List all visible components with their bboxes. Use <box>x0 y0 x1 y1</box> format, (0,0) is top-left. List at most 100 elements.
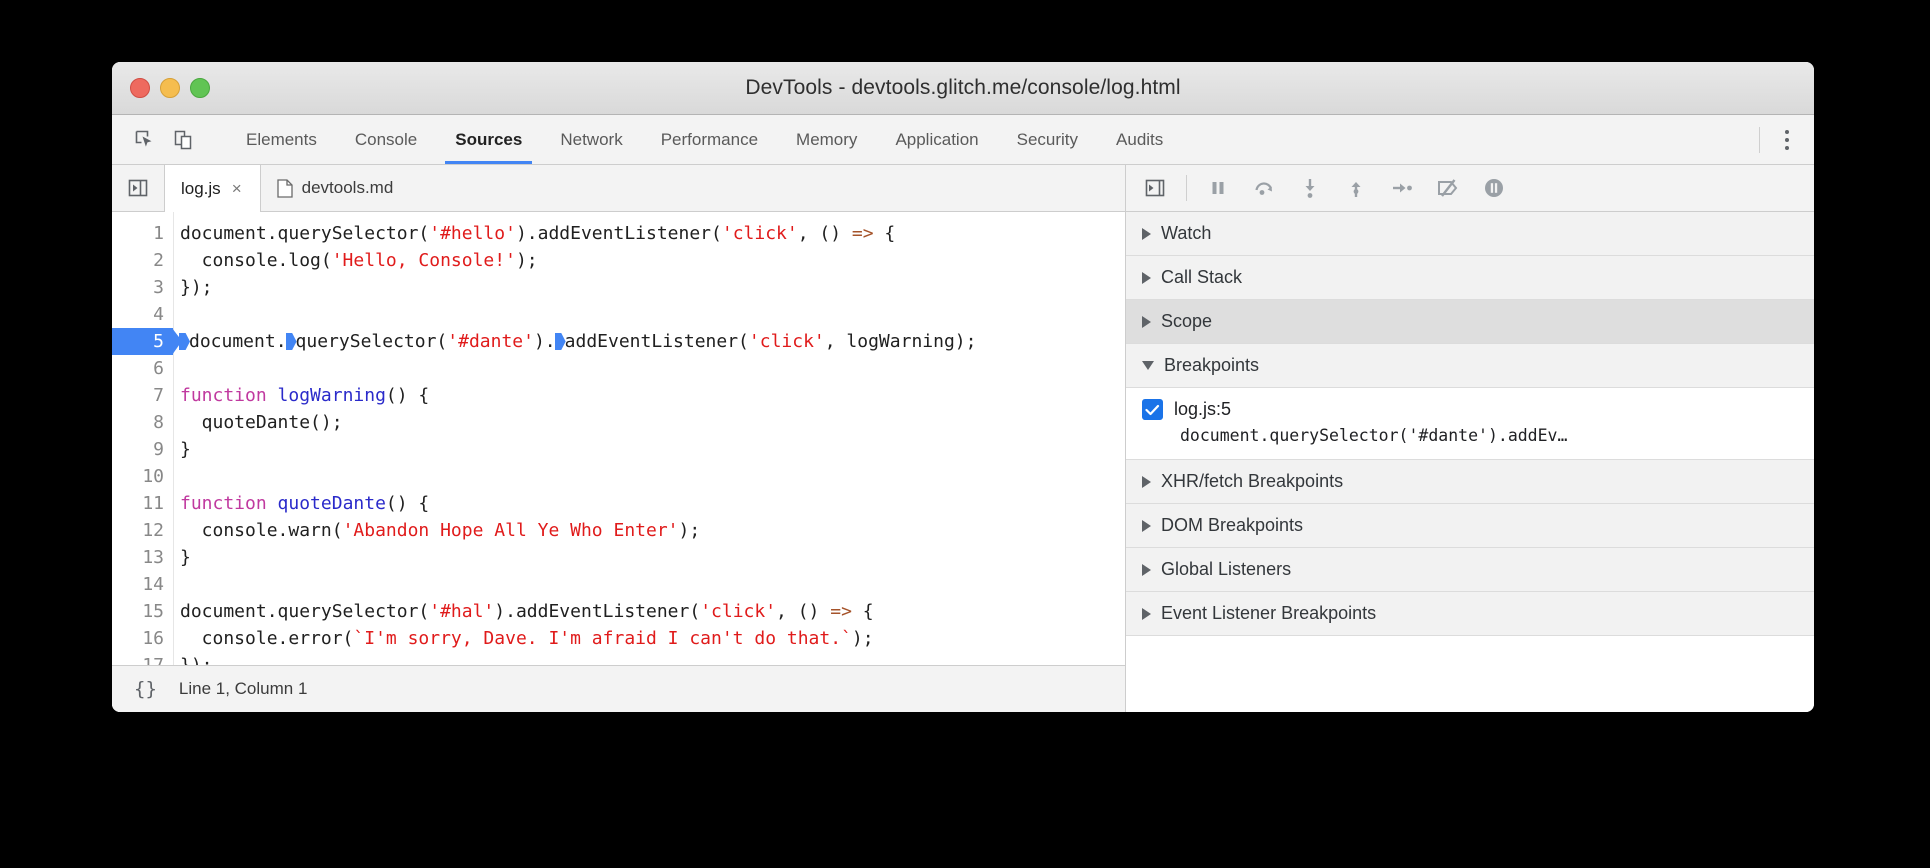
breakpoint-location: log.js:5 <box>1174 399 1231 419</box>
window-titlebar: DevTools - devtools.glitch.me/console/lo… <box>112 62 1814 115</box>
pretty-print-icon[interactable]: {} <box>128 678 163 700</box>
tab-console[interactable]: Console <box>336 115 436 164</box>
minimize-window-button[interactable] <box>160 78 180 98</box>
code-line-breakpoint[interactable]: document.querySelector('#dante').addEven… <box>180 328 1125 355</box>
code-line[interactable]: }); <box>180 274 1125 301</box>
tab-elements[interactable]: Elements <box>227 115 336 164</box>
line-number[interactable]: 8 <box>112 409 173 436</box>
line-number[interactable]: 4 <box>112 301 173 328</box>
tab-application[interactable]: Application <box>876 115 997 164</box>
step-into-icon[interactable] <box>1289 171 1331 205</box>
section-label: DOM Breakpoints <box>1161 515 1303 536</box>
line-number[interactable]: 11 <box>112 490 173 517</box>
step-icon[interactable] <box>1381 171 1423 205</box>
chevron-right-icon <box>1142 316 1151 328</box>
chevron-right-icon <box>1142 272 1151 284</box>
editor-pane: log.js × devtools.md <box>112 165 1126 712</box>
window-title: DevTools - devtools.glitch.me/console/lo… <box>112 76 1814 100</box>
file-tab-label: devtools.md <box>302 178 394 198</box>
breakpoint-row[interactable]: log.js:5 document.querySelector('#dante'… <box>1126 396 1814 449</box>
inline-breakpoint-marker[interactable] <box>555 333 566 350</box>
tab-memory[interactable]: Memory <box>777 115 876 164</box>
code-line[interactable]: } <box>180 436 1125 463</box>
pause-on-exceptions-icon[interactable] <box>1473 171 1515 205</box>
tab-audits[interactable]: Audits <box>1097 115 1182 164</box>
code-line[interactable]: document.querySelector('#hal').addEventL… <box>180 598 1125 625</box>
line-number[interactable]: 15 <box>112 598 173 625</box>
inline-breakpoint-marker[interactable] <box>179 333 190 350</box>
line-number[interactable]: 3 <box>112 274 173 301</box>
line-number[interactable]: 17 <box>112 652 173 665</box>
section-dom-breakpoints[interactable]: DOM Breakpoints <box>1126 504 1814 548</box>
tabbar-right-group <box>1749 115 1814 164</box>
file-tab-log-js[interactable]: log.js × <box>164 165 261 212</box>
code-line[interactable]: } <box>180 544 1125 571</box>
section-label: Event Listener Breakpoints <box>1161 603 1376 624</box>
step-out-icon[interactable] <box>1335 171 1377 205</box>
document-icon <box>277 179 293 198</box>
tabbar-tool-icons <box>122 115 227 164</box>
code-line[interactable] <box>180 301 1125 328</box>
code-line[interactable]: quoteDante(); <box>180 409 1125 436</box>
deactivate-breakpoints-icon[interactable] <box>1427 171 1469 205</box>
file-tab-label: log.js <box>181 179 221 199</box>
tab-network[interactable]: Network <box>541 115 641 164</box>
code-line[interactable]: console.error(`I'm sorry, Dave. I'm afra… <box>180 625 1125 652</box>
debugger-toolbar <box>1126 165 1814 212</box>
line-number[interactable]: 14 <box>112 571 173 598</box>
device-toolbar-icon[interactable] <box>166 123 200 157</box>
close-icon[interactable]: × <box>230 180 244 197</box>
maximize-window-button[interactable] <box>190 78 210 98</box>
code-line[interactable]: console.warn('Abandon Hope All Ye Who En… <box>180 517 1125 544</box>
step-over-icon[interactable] <box>1243 171 1285 205</box>
show-debugger-sidebar-icon[interactable] <box>1134 171 1176 205</box>
tab-security[interactable]: Security <box>998 115 1097 164</box>
traffic-light-group <box>112 78 210 98</box>
customize-and-control-icon[interactable] <box>1770 123 1804 157</box>
section-breakpoints[interactable]: Breakpoints <box>1126 344 1814 388</box>
section-xhr-fetch-breakpoints[interactable]: XHR/fetch Breakpoints <box>1126 460 1814 504</box>
tab-label: Console <box>355 130 417 150</box>
code-line[interactable] <box>180 355 1125 382</box>
section-global-listeners[interactable]: Global Listeners <box>1126 548 1814 592</box>
line-number-gutter[interactable]: 1 2 3 4 5 6 7 8 9 10 11 12 13 14 <box>112 212 174 665</box>
tab-label: Elements <box>246 130 317 150</box>
devtools-main-tabbar: Elements Console Sources Network Perform… <box>112 115 1814 165</box>
screen: DevTools - devtools.glitch.me/console/lo… <box>0 0 1930 868</box>
line-number[interactable]: 9 <box>112 436 173 463</box>
section-call-stack[interactable]: Call Stack <box>1126 256 1814 300</box>
tab-performance[interactable]: Performance <box>642 115 777 164</box>
chevron-right-icon <box>1142 608 1151 620</box>
line-number[interactable]: 13 <box>112 544 173 571</box>
code-lines[interactable]: document.querySelector('#hello').addEven… <box>174 212 1125 665</box>
file-tab-devtools-md[interactable]: devtools.md <box>261 165 410 211</box>
code-line[interactable]: function logWarning() { <box>180 382 1125 409</box>
close-window-button[interactable] <box>130 78 150 98</box>
line-number[interactable]: 10 <box>112 463 173 490</box>
line-number[interactable]: 16 <box>112 625 173 652</box>
show-navigator-icon[interactable] <box>112 165 164 211</box>
line-number[interactable]: 12 <box>112 517 173 544</box>
inspect-element-icon[interactable] <box>128 123 162 157</box>
line-number[interactable]: 7 <box>112 382 173 409</box>
code-line[interactable]: function quoteDante() { <box>180 490 1125 517</box>
cursor-position-label: Line 1, Column 1 <box>179 679 308 699</box>
code-line[interactable] <box>180 463 1125 490</box>
line-number[interactable]: 6 <box>112 355 173 382</box>
code-line[interactable]: }); <box>180 652 1125 665</box>
line-number[interactable]: 1 <box>112 220 173 247</box>
line-number-breakpoint[interactable]: 5 <box>112 328 173 355</box>
line-number[interactable]: 2 <box>112 247 173 274</box>
code-line[interactable] <box>180 571 1125 598</box>
tab-sources[interactable]: Sources <box>436 115 541 164</box>
section-scope[interactable]: Scope <box>1126 300 1814 344</box>
inline-breakpoint-marker[interactable] <box>286 333 297 350</box>
code-line[interactable]: console.log('Hello, Console!'); <box>180 247 1125 274</box>
breakpoint-checkbox[interactable] <box>1142 399 1163 420</box>
pause-icon[interactable] <box>1197 171 1239 205</box>
section-event-listener-breakpoints[interactable]: Event Listener Breakpoints <box>1126 592 1814 636</box>
code-line[interactable]: document.querySelector('#hello').addEven… <box>180 220 1125 247</box>
section-watch[interactable]: Watch <box>1126 212 1814 256</box>
devtools-window: DevTools - devtools.glitch.me/console/lo… <box>112 62 1814 712</box>
code-editor[interactable]: 1 2 3 4 5 6 7 8 9 10 11 12 13 14 <box>112 212 1125 665</box>
